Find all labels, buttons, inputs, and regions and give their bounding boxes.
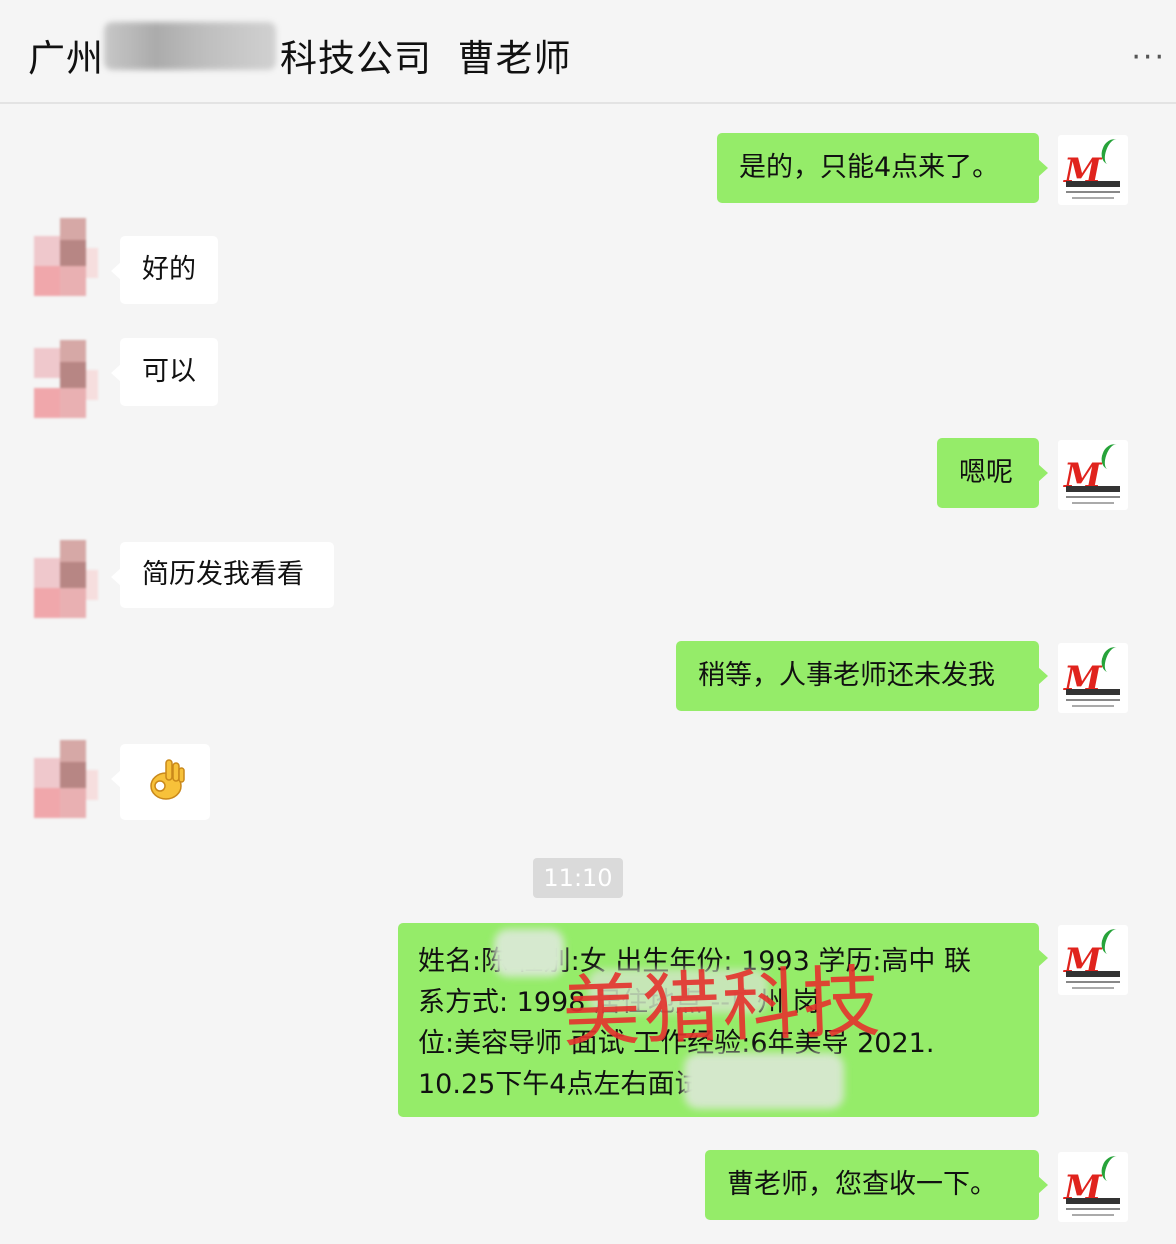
avatar-pixel <box>34 758 60 788</box>
avatar-pixel <box>60 362 86 390</box>
logo-band <box>1066 971 1120 977</box>
message-bubble-received[interactable]: 好的 <box>111 236 218 304</box>
avatar-pixel <box>60 266 86 296</box>
message-timestamp: 11:10 <box>533 858 623 898</box>
logo-line <box>1066 191 1120 193</box>
logo-line <box>1066 496 1120 498</box>
message-bubble-sent[interactable]: 嗯呢 <box>937 438 1048 508</box>
logo-swoosh <box>1098 926 1126 958</box>
avatar-pixel <box>60 762 86 790</box>
message-text: 好的 <box>142 254 196 285</box>
avatar-pixel <box>86 248 98 278</box>
watermark-text: 美猎科技 <box>560 957 884 1059</box>
message-bubble-sent[interactable]: 稍等，人事老师还未发我 <box>676 641 1048 711</box>
contact-avatar[interactable] <box>34 340 100 418</box>
logo-swoosh <box>1098 441 1126 473</box>
avatar-pixel <box>34 788 60 818</box>
logo-line <box>1066 981 1120 983</box>
avatar-pixel <box>34 348 60 378</box>
logo-line <box>1072 987 1114 989</box>
avatar-pixel <box>60 388 86 418</box>
logo-line <box>1066 1208 1120 1210</box>
chat-title-prefix: 广州 <box>28 37 104 80</box>
redaction-blur <box>494 929 564 977</box>
logo-swoosh <box>1098 1153 1126 1185</box>
message-text: 嗯呢 <box>959 457 1013 488</box>
contact-avatar[interactable] <box>34 218 100 296</box>
message-text: 简历发我看看 <box>142 559 304 590</box>
more-dots-icon[interactable]: ··· <box>1131 43 1166 73</box>
contact-avatar[interactable] <box>34 740 100 818</box>
message-text: 是的，只能4点来了。 <box>739 152 1000 183</box>
message-bubble-sent[interactable]: 曹老师，您查收一下。 <box>705 1150 1048 1220</box>
chat-header: 广州 科技公司 曹老师 ··· <box>0 0 1176 104</box>
avatar-pixel <box>60 240 86 268</box>
avatar-pixel <box>34 388 60 418</box>
avatar-pixel <box>60 562 86 590</box>
message-text: 稍等，人事老师还未发我 <box>698 660 995 691</box>
logo-band <box>1066 181 1120 187</box>
redaction-blur <box>684 1053 844 1109</box>
logo-line <box>1072 705 1114 707</box>
logo-swoosh <box>1098 644 1126 676</box>
logo-line <box>1066 699 1120 701</box>
avatar-pixel <box>86 570 98 600</box>
ok-hand-emoji-icon <box>150 759 185 800</box>
logo-line <box>1072 502 1114 504</box>
title-redaction-blur <box>104 22 276 70</box>
avatar-pixel <box>86 370 98 400</box>
logo-swoosh <box>1098 136 1126 168</box>
message-bubble-sent[interactable]: 是的，只能4点来了。 <box>717 133 1048 203</box>
avatar-pixel <box>34 266 60 296</box>
avatar-pixel <box>60 788 86 818</box>
message-bubble-received[interactable]: 简历发我看看 <box>111 542 334 608</box>
logo-band <box>1066 486 1120 492</box>
message-text: 曹老师，您查收一下。 <box>727 1169 997 1200</box>
my-avatar[interactable]: M <box>1058 925 1128 995</box>
avatar-pixel <box>60 588 86 618</box>
my-avatar[interactable]: M <box>1058 135 1128 205</box>
avatar-pixel <box>34 558 60 588</box>
message-bubble-received[interactable]: 可以 <box>111 338 218 406</box>
logo-band <box>1066 1198 1120 1204</box>
logo-line <box>1072 1214 1114 1216</box>
contact-avatar[interactable] <box>34 540 100 618</box>
avatar-pixel <box>34 236 60 266</box>
my-avatar[interactable]: M <box>1058 1152 1128 1222</box>
avatar-pixel <box>34 588 60 618</box>
chat-title-suffix: 科技公司 曹老师 <box>280 37 572 80</box>
logo-line <box>1072 197 1114 199</box>
my-avatar[interactable]: M <box>1058 643 1128 713</box>
avatar-pixel <box>86 770 98 800</box>
logo-band <box>1066 689 1120 695</box>
my-avatar[interactable]: M <box>1058 440 1128 510</box>
message-bubble-received[interactable] <box>111 744 210 820</box>
message-text: 可以 <box>142 356 196 387</box>
